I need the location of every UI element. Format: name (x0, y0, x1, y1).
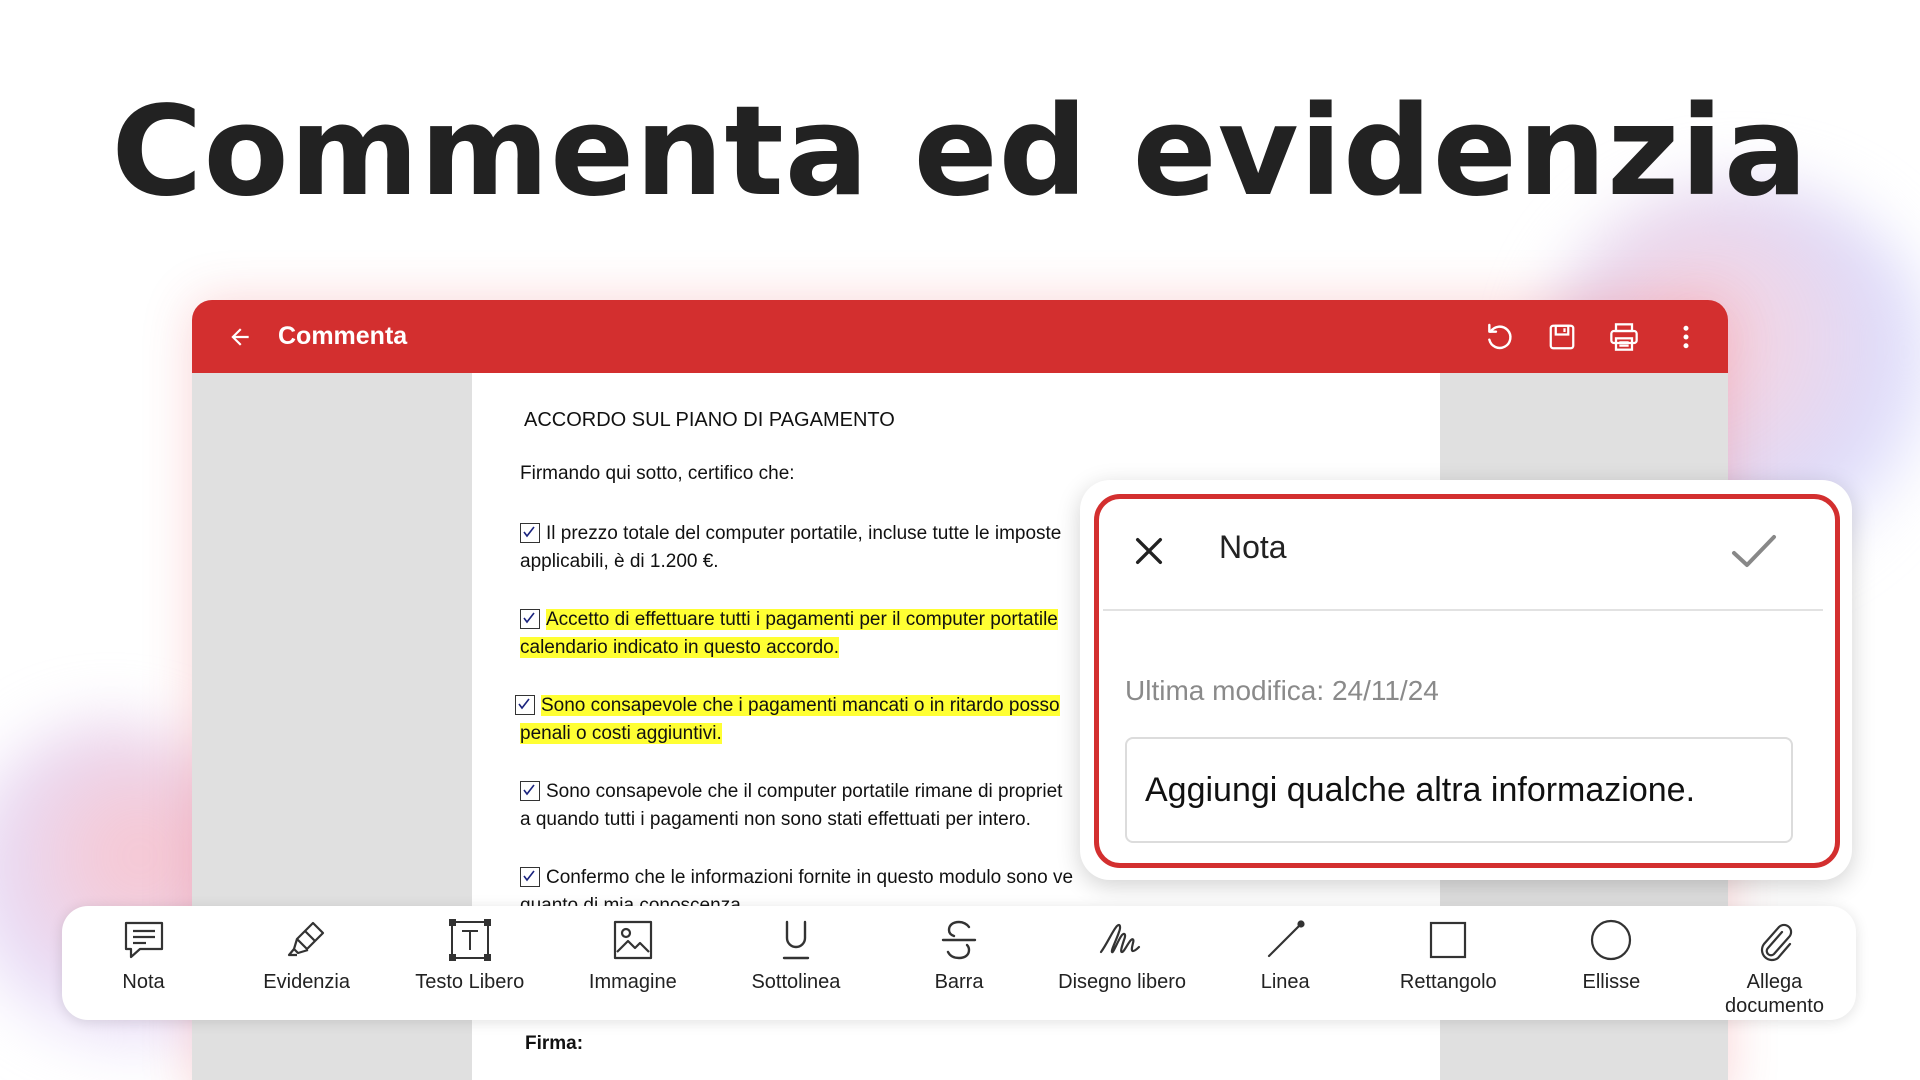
check-icon (523, 870, 535, 882)
freehand-icon (1100, 923, 1141, 954)
tool-strikethrough[interactable]: Barra (877, 906, 1040, 1020)
tool-label: Barra (934, 971, 984, 993)
checkbox[interactable] (515, 695, 535, 715)
app-bar-actions (1480, 317, 1706, 357)
checkbox[interactable] (520, 781, 540, 801)
image-icon (613, 920, 652, 960)
close-icon (1135, 537, 1163, 565)
tool-label: Disegno libero (1058, 971, 1187, 993)
tool-free-text[interactable]: Testo Libero (388, 906, 551, 1020)
print-button[interactable] (1604, 317, 1644, 357)
document-intro: Firmando qui sotto, certifico che: (520, 463, 795, 484)
rectangle-icon (1430, 921, 1467, 959)
annotation-toolbar: Nota Evidenzia Testo Libero Immagine Sot… (62, 906, 1856, 1020)
tool-label: Rettangolo (1399, 971, 1497, 993)
tool-label: Allega documento (1725, 971, 1824, 1017)
tool-label: Ellisse (1582, 971, 1641, 993)
screen: Commenta ed evidenzia Commenta ACCORDO S… (0, 0, 1920, 1080)
note-icon (124, 921, 163, 959)
save-icon (1549, 324, 1575, 349)
check-icon (518, 698, 530, 710)
highlighted-text[interactable]: penali o costi aggiuntivi. (520, 723, 722, 744)
highlighter-icon (287, 921, 324, 957)
tool-attach[interactable]: Allega documento (1693, 906, 1856, 1020)
tool-label: Linea (1260, 971, 1310, 993)
check-icon (523, 612, 535, 624)
app-bar: Commenta (192, 300, 1728, 373)
divider (1103, 609, 1823, 611)
tool-label: Testo Libero (415, 971, 525, 993)
document-title: ACCORDO SUL PIANO DI PAGAMENTO (524, 409, 895, 431)
back-arrow-icon (231, 327, 249, 346)
strikethrough-icon (941, 920, 977, 960)
highlighted-text[interactable]: Accetto di effettuare tutti i pagamenti … (546, 609, 1058, 630)
highlighted-text[interactable]: calendario indicato in questo accordo. (520, 637, 839, 658)
more-options-button[interactable] (1666, 317, 1706, 357)
print-icon (1610, 322, 1638, 351)
clause-line: Il prezzo totale del computer portatile,… (546, 523, 1062, 544)
tool-note[interactable]: Nota (62, 906, 225, 1020)
save-button[interactable] (1542, 317, 1582, 357)
highlighted-text[interactable]: Sono consapevole che i pagamenti mancati… (541, 695, 1060, 716)
tool-rectangle[interactable]: Rettangolo (1367, 906, 1530, 1020)
line-icon (1268, 920, 1305, 958)
headline: Commenta ed evidenzia (111, 80, 1809, 224)
check-icon (1732, 535, 1776, 567)
tool-label: Sottolinea (751, 971, 841, 993)
note-text-field[interactable] (1125, 737, 1793, 843)
tool-image[interactable]: Immagine (551, 906, 714, 1020)
tool-label: Evidenzia (263, 971, 350, 993)
tool-line[interactable]: Linea (1204, 906, 1367, 1020)
tool-ellipse[interactable]: Ellisse (1530, 906, 1693, 1020)
dialog-title: Nota (1219, 529, 1287, 565)
paperclip-icon (1761, 923, 1793, 962)
clause-line: a quando tutti i pagamenti non sono stat… (520, 809, 1031, 830)
underline-icon (782, 920, 810, 960)
undo-button[interactable] (1480, 317, 1520, 357)
last-modified-label: Ultima modifica: 24/11/24 (1125, 675, 1439, 706)
note-dialog-frame: Nota Ultima modifica: 24/11/24 (1094, 494, 1840, 868)
check-icon (523, 784, 535, 796)
clause-line: Sono consapevole che il computer portati… (546, 781, 1063, 802)
note-dialog: Nota Ultima modifica: 24/11/24 (1080, 480, 1852, 880)
back-button[interactable] (220, 317, 260, 357)
clause-line: Confermo che le informazioni fornite in … (546, 867, 1074, 888)
tool-underline[interactable]: Sottolinea (714, 906, 877, 1020)
tool-label: Nota (122, 971, 165, 993)
check-icon (523, 526, 535, 538)
confirm-button[interactable] (1719, 521, 1789, 581)
close-button[interactable] (1119, 521, 1179, 581)
checkbox[interactable] (520, 867, 540, 887)
text-box-icon (448, 919, 491, 961)
checkbox[interactable] (520, 523, 540, 543)
tool-freehand[interactable]: Disegno libero (1041, 906, 1204, 1020)
undo-icon (1488, 323, 1512, 349)
tool-highlight[interactable]: Evidenzia (225, 906, 388, 1020)
app-title: Commenta (278, 322, 408, 350)
tool-label: Immagine (588, 971, 677, 993)
more-vert-icon (1683, 325, 1689, 348)
ellipse-icon (1591, 919, 1632, 961)
checkbox[interactable] (520, 609, 540, 629)
signature-label: Firma: (525, 1033, 584, 1054)
clause-line: applicabili, è di 1.200 €. (520, 551, 719, 572)
